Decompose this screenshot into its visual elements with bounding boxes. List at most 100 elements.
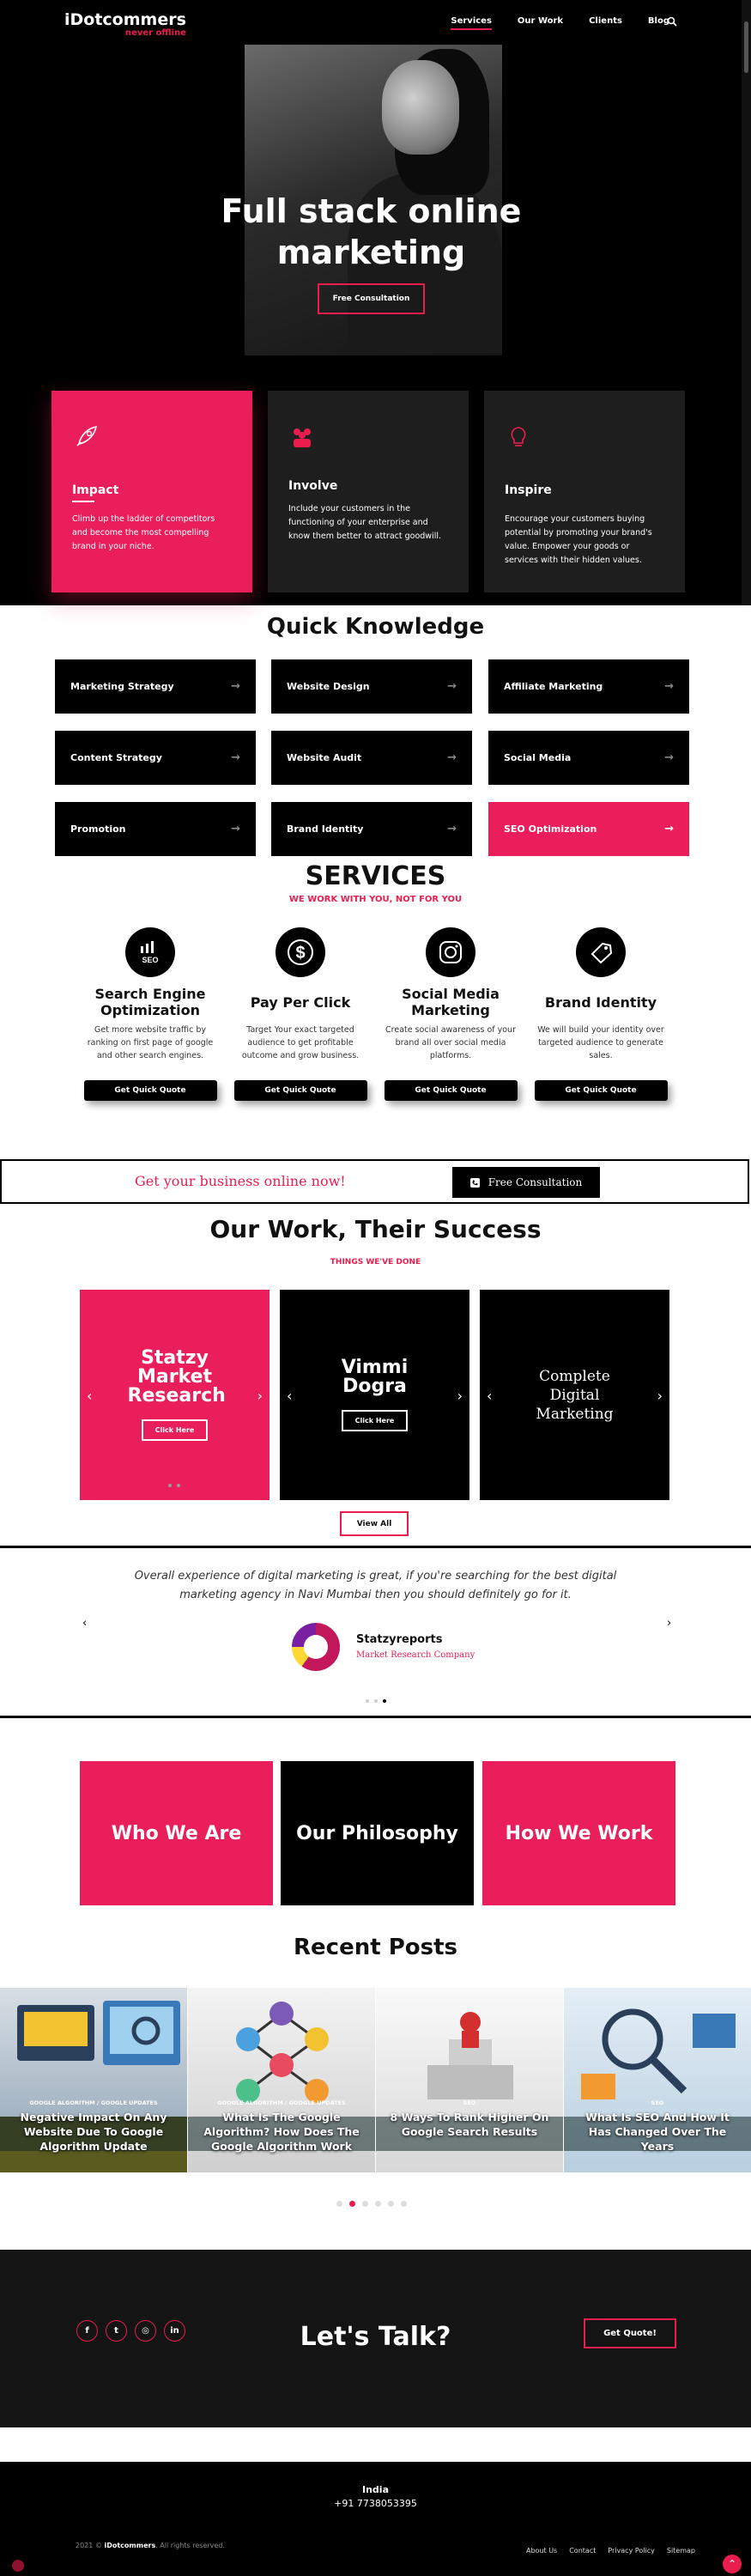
hero-headline: Full stack online marketing	[221, 192, 522, 271]
chat-bubble-icon[interactable]	[12, 2560, 24, 2572]
arrow-right-icon: →	[664, 751, 674, 764]
feature-text: Include your customers in the functionin…	[288, 504, 441, 541]
posts-slider-dots[interactable]	[336, 2201, 407, 2207]
click-here-button[interactable]: Click Here	[341, 1410, 409, 1431]
slider-dot[interactable]	[383, 1699, 386, 1703]
footer-link-sitemap[interactable]: Sitemap	[667, 2547, 695, 2555]
work-card-complete-digital[interactable]: ‹ Complete Digital Marketing ›	[480, 1290, 669, 1500]
arrow-right-icon: →	[664, 680, 674, 693]
how-we-work-block[interactable]: How We Work	[482, 1761, 675, 1905]
logo[interactable]: iDotcommers never offline	[64, 12, 186, 38]
nav-services[interactable]: Services	[451, 16, 492, 30]
slider-dot[interactable]	[375, 2201, 381, 2207]
get-quick-quote-button[interactable]: Get Quick Quote	[233, 1080, 367, 1101]
slider-dot[interactable]	[388, 2201, 394, 2207]
lightbulb-icon	[511, 427, 526, 447]
arrow-right-icon: →	[447, 823, 457, 835]
post-card[interactable]: GOOGLE ALGORITHM / GOOGLE UPDATES What I…	[188, 1988, 375, 2172]
post-card[interactable]: SEO What Is SEO And How It Has Changed O…	[564, 1988, 751, 2172]
prev-arrow-icon[interactable]: ‹	[87, 1388, 92, 1404]
service-text: Get more website traffic by ranking on f…	[87, 1025, 214, 1060]
scrollbar[interactable]	[742, 0, 751, 605]
prev-arrow-icon[interactable]: ‹	[287, 1388, 292, 1404]
footer: India +91 7738053395 2021 © iDotcommers.…	[0, 2462, 751, 2576]
qk-brand-identity[interactable]: Brand Identity →	[271, 802, 472, 856]
qk-promotion[interactable]: Promotion →	[55, 802, 256, 856]
footer-phone[interactable]: +91 7738053395	[0, 2498, 751, 2509]
quick-knowledge-title: Quick Knowledge	[266, 614, 485, 640]
work-slider-dots[interactable]	[168, 1484, 180, 1487]
slider-dot[interactable]	[336, 2201, 342, 2207]
view-all-button[interactable]: View All	[340, 1511, 409, 1536]
arrow-right-icon: →	[447, 680, 457, 693]
slider-dot[interactable]	[362, 2201, 368, 2207]
qk-social-media[interactable]: Social Media →	[488, 731, 689, 785]
post-category: GOOGLE ALGORITHM / GOOGLE UPDATES	[217, 2099, 346, 2106]
logo-tagline: never offline	[124, 28, 186, 38]
service-social-media: Social Media Marketing Create social awa…	[382, 927, 519, 1101]
slider-dot[interactable]	[177, 1484, 180, 1487]
hero-section: iDotcommers never offline Services Our Wo…	[0, 0, 742, 605]
post-category: SEO	[651, 2099, 664, 2106]
qk-website-audit[interactable]: Website Audit →	[271, 731, 472, 785]
search-icon[interactable]	[667, 16, 677, 27]
slider-dot[interactable]	[349, 2201, 355, 2207]
footer-copyright: 2021 © iDotcommers. All rights reserved.	[76, 2542, 225, 2549]
next-arrow-icon[interactable]: ›	[457, 1388, 463, 1404]
testimonial-next-icon[interactable]: ›	[667, 1617, 671, 1630]
qk-marketing-strategy[interactable]: Marketing Strategy →	[55, 659, 256, 714]
nav-our-work[interactable]: Our Work	[518, 16, 563, 30]
click-here-button[interactable]: Click Here	[141, 1419, 209, 1441]
service-text: Target Your exact targeted audience to g…	[241, 1025, 360, 1060]
nav-clients[interactable]: Clients	[589, 16, 622, 30]
get-quick-quote-button[interactable]: Get Quick Quote	[384, 1080, 518, 1101]
people-icon	[294, 428, 311, 447]
footer-link-about[interactable]: About Us	[526, 2547, 557, 2555]
work-card-title: Complete Digital Marketing	[536, 1367, 614, 1423]
slider-dot[interactable]	[401, 2201, 407, 2207]
service-seo: SEO Search Engine Optimization Get more …	[82, 927, 219, 1101]
work-card-vimmi[interactable]: ‹ Vimmi Dogra Click Here ›	[280, 1290, 469, 1500]
get-quote-button[interactable]: Get Quote!	[584, 2318, 676, 2348]
next-arrow-icon[interactable]: ›	[257, 1388, 263, 1404]
testimonial-slider-dots[interactable]	[366, 1699, 386, 1703]
services-subtitle: WE WORK WITH YOU, NOT FOR YOU	[288, 895, 463, 904]
qk-seo-optimization[interactable]: SEO Optimization →	[488, 802, 689, 856]
service-title: Social Media Marketing	[402, 986, 500, 1018]
post-title: 8 Ways To Rank Higher On Google Search R…	[390, 2111, 549, 2138]
slider-dot[interactable]	[374, 1699, 378, 1703]
svg-text:$: $	[295, 944, 305, 963]
service-brand-identity: Brand Identity We will build your identi…	[532, 927, 669, 1101]
slider-dot[interactable]	[168, 1484, 172, 1487]
next-arrow-icon[interactable]: ›	[657, 1388, 663, 1404]
footer-link-privacy[interactable]: Privacy Policy	[608, 2547, 655, 2555]
work-title: Our Work, Their Success	[209, 1215, 542, 1243]
qk-content-strategy[interactable]: Content Strategy →	[55, 731, 256, 785]
dollar-icon: $	[276, 927, 325, 977]
client-name: Statzyreports	[356, 1633, 443, 1646]
rocket-icon	[76, 425, 98, 447]
footer-link-contact[interactable]: Contact	[569, 2547, 596, 2555]
qk-website-design[interactable]: Website Design →	[271, 659, 472, 714]
back-to-top-icon[interactable]: ⌃	[723, 2555, 742, 2573]
service-title: Search Engine Optimization	[94, 986, 206, 1018]
get-quick-quote-button[interactable]: Get Quick Quote	[534, 1080, 668, 1101]
feature-card-involve: Involve Include your customers in the fu…	[268, 391, 469, 592]
hero-free-consultation-button[interactable]: Free Consultation	[318, 283, 425, 314]
our-philosophy-block[interactable]: Our Philosophy	[281, 1761, 474, 1905]
post-card[interactable]: SEO 8 Ways To Rank Higher On Google Sear…	[376, 1988, 563, 2172]
divider	[0, 1546, 751, 1548]
slider-dot[interactable]	[366, 1699, 369, 1703]
feature-title: Inspire	[505, 483, 552, 497]
post-category: SEO	[463, 2099, 476, 2106]
qk-affiliate-marketing[interactable]: Affiliate Marketing →	[488, 659, 689, 714]
post-card[interactable]: GOOGLE ALGORITHM / GOOGLE UPDATES Negati…	[0, 1988, 187, 2172]
work-card-statzy[interactable]: ‹ Statzy Market Research Click Here ›	[80, 1290, 270, 1500]
get-quick-quote-button[interactable]: Get Quick Quote	[83, 1080, 217, 1101]
prev-arrow-icon[interactable]: ‹	[487, 1388, 492, 1404]
post-title: What Is SEO And How It Has Changed Over …	[585, 2111, 730, 2153]
cta-banner: Get your business online now! Free Consu…	[0, 1159, 749, 1204]
cta-free-consultation-button[interactable]: Free Consultation	[452, 1167, 600, 1198]
testimonial-prev-icon[interactable]: ‹	[82, 1617, 87, 1630]
who-we-are-block[interactable]: Who We Are	[80, 1761, 273, 1905]
